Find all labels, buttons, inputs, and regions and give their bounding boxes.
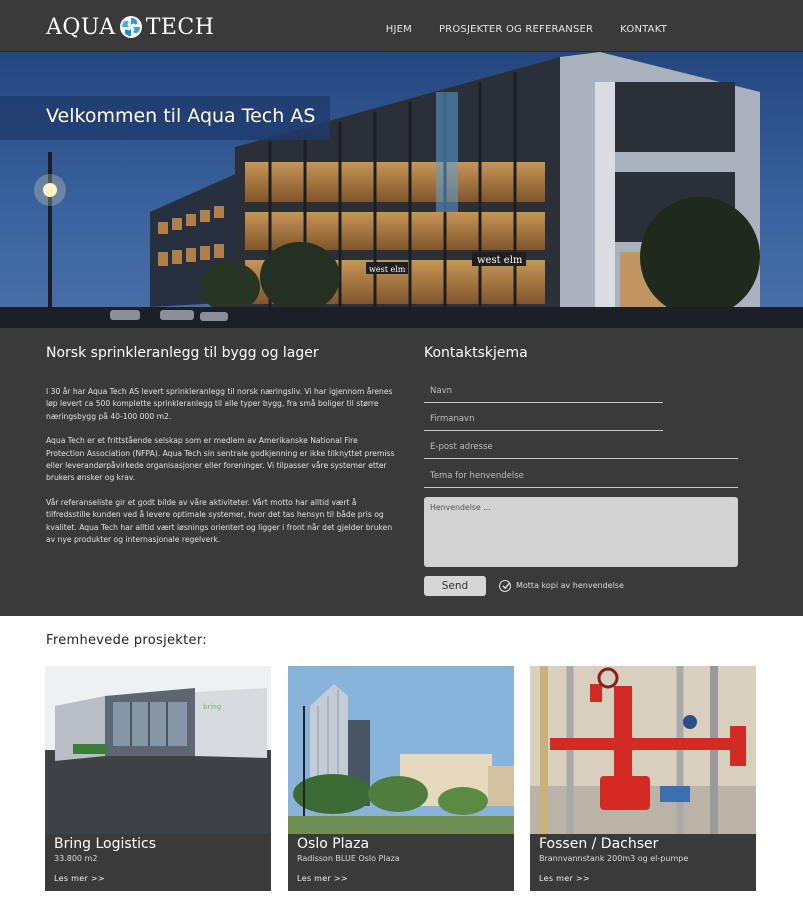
read-more-link[interactable]: Les mer >> [54,874,105,883]
company-field[interactable]: Firmanavn [424,409,663,431]
main-nav: HJEM PROSJEKTER OG REFERANSER KONTAKT [386,24,667,35]
nav-item-hjem[interactable]: HJEM [386,24,412,35]
project-card-fossen[interactable]: Fossen / Dachser Brannvannstank 200m3 og… [530,666,756,891]
nav-item-prosjekter[interactable]: PROSJEKTER OG REFERANSER [439,24,593,35]
project-card-oslo-plaza[interactable]: Oslo Plaza Radisson BLUE Oslo Plaza Les … [288,666,514,891]
copy-checkbox[interactable] [499,580,511,592]
logo[interactable]: AQUA TECH [46,12,214,42]
aqua-swirl-icon [119,16,142,38]
read-more-link[interactable]: Les mer >> [539,874,590,883]
read-more-link[interactable]: Les mer >> [297,874,348,883]
intro-text: I 30 år har Aqua Tech AS levert sprinkle… [46,386,396,558]
intro-title: Norsk sprinkleranlegg til bygg og lager [46,345,319,361]
project-detail: Radisson BLUE Oslo Plaza [297,854,400,863]
hero-sign-right: west elm [477,255,523,266]
check-icon [502,582,511,590]
send-button[interactable]: Send [424,576,486,596]
site-header: AQUA TECH HJEM PROSJEKTER OG REFERANSER … [0,0,803,52]
project-name: Fossen / Dachser [539,836,659,852]
featured-title: Fremhevede prosjekter: [46,633,207,648]
intro-paragraph: I 30 år har Aqua Tech AS levert sprinkle… [46,387,393,421]
nav-item-kontakt[interactable]: KONTAKT [620,24,667,35]
hero-banner: west elm west elm Velkommen til Aqua Tec… [0,52,803,328]
bring-sign: bring [203,703,221,711]
intro-paragraph: Aqua Tech er et frittstående selskap som… [46,436,395,483]
intro-paragraph: Vår referanseliste gir et godt bilde av … [46,497,393,545]
copy-label: Motta kopi av henvendelse [516,581,624,590]
project-card-bring[interactable]: bring Bring Logistics 33.800 m2 Les mer … [45,666,271,891]
name-field[interactable]: Navn [424,381,663,403]
project-image-fossen [530,666,756,834]
hero-building-illustration: west elm west elm [0,52,803,328]
hero-sign-left: west elm [369,265,406,274]
project-detail: Brannvannstank 200m3 og el-pumpe [539,854,689,863]
logo-text-right: TECH [145,14,215,40]
email-field[interactable]: E-post adresse [424,437,738,459]
project-detail: 33.800 m2 [54,854,98,863]
hero-title: Velkommen til Aqua Tech AS [46,105,316,127]
project-name: Oslo Plaza [297,836,370,852]
topic-field[interactable]: Tema for henvendelse [424,466,738,488]
info-section: Norsk sprinkleranlegg til bygg og lager … [0,328,803,616]
logo-text-left: AQUA [46,14,116,40]
project-name: Bring Logistics [54,836,157,852]
message-textarea[interactable]: Henvendelse ... [424,497,738,567]
project-image-bring: bring [45,666,271,834]
contact-form-title: Kontaktskjema [424,345,528,361]
project-image-oslo-plaza [288,666,514,834]
featured-projects: Fremhevede prosjekter: bring Bring Logis… [0,616,803,904]
